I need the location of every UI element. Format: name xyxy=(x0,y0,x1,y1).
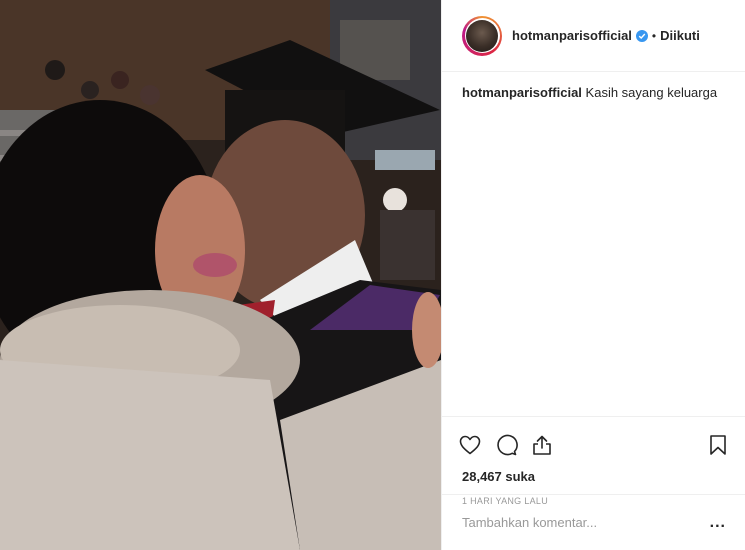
action-bar: 28,467 suka 1 HARI YANG LALU xyxy=(442,416,745,506)
heart-icon[interactable] xyxy=(458,427,494,463)
avatar[interactable] xyxy=(462,15,502,56)
username-link[interactable]: hotmanparisofficial xyxy=(512,28,632,43)
likes-count[interactable]: 28,467 suka xyxy=(458,465,730,484)
caption: hotmanparisofficial Kasih sayang keluarg… xyxy=(442,72,745,114)
separator-dot: • xyxy=(651,28,657,43)
more-options-icon[interactable]: ... xyxy=(710,514,726,532)
comment-box: ... xyxy=(442,494,745,550)
avatar-image xyxy=(466,19,498,52)
post-media[interactable] xyxy=(0,0,441,550)
post-sidebar: hotmanparisofficial • Diikuti hotmanpari… xyxy=(441,0,745,550)
comment-input[interactable] xyxy=(462,515,710,530)
comment-icon[interactable] xyxy=(494,427,530,463)
avatar-ring xyxy=(464,18,500,53)
verified-badge-icon xyxy=(635,29,648,42)
post-header: hotmanparisofficial • Diikuti xyxy=(442,0,745,72)
post-photo xyxy=(0,0,441,550)
follow-status-button[interactable]: Diikuti xyxy=(660,28,700,43)
caption-text: Kasih sayang keluarga xyxy=(585,85,718,100)
action-icons xyxy=(458,425,730,465)
bookmark-icon[interactable] xyxy=(694,427,730,463)
share-icon[interactable] xyxy=(530,427,566,463)
caption-username[interactable]: hotmanparisofficial xyxy=(462,85,582,100)
